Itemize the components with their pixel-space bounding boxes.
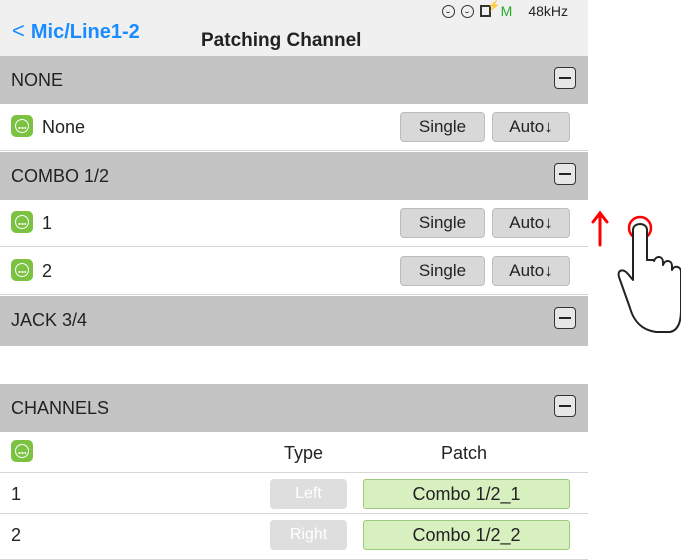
- auto-button[interactable]: Auto↓: [492, 112, 570, 142]
- collapse-icon[interactable]: [554, 163, 576, 185]
- type-button[interactable]: Right: [270, 520, 347, 550]
- patching-channel-panel: <Mic/Line1-2 Patching Channel M 48kHz NO…: [0, 0, 588, 346]
- table-row: 2 Right Combo 1/2_2: [0, 514, 588, 560]
- back-button[interactable]: < Mic/Line1-2: [12, 18, 140, 44]
- section-header-combo[interactable]: COMBO 1/2: [0, 152, 588, 200]
- input-name: 1: [42, 213, 53, 233]
- auto-button[interactable]: Auto↓: [492, 208, 570, 238]
- patch-button[interactable]: Combo 1/2_1: [363, 479, 570, 509]
- type-button[interactable]: Left: [270, 479, 347, 509]
- status-m: M: [500, 3, 513, 19]
- collapse-icon[interactable]: [554, 395, 576, 417]
- back-label: Mic/Line1-2: [30, 21, 140, 43]
- list-item[interactable]: None Single Auto↓: [0, 104, 588, 151]
- section-label: NONE: [11, 70, 64, 90]
- section-header-jack[interactable]: JACK 3/4: [0, 296, 588, 346]
- section-label: JACK 3/4: [11, 310, 88, 330]
- section-header-none[interactable]: NONE: [0, 56, 588, 104]
- collapse-icon[interactable]: [554, 67, 576, 89]
- xlr-input-icon: [11, 259, 33, 281]
- page-title: Patching Channel: [201, 30, 362, 51]
- xlr-input-icon: [11, 211, 33, 233]
- section-label: COMBO 1/2: [11, 166, 110, 186]
- patch-button[interactable]: Combo 1/2_2: [363, 520, 570, 550]
- auto-button[interactable]: Auto↓: [492, 256, 570, 286]
- chevron-left-icon: <: [12, 18, 25, 43]
- channel-number: 2: [11, 525, 22, 545]
- collapse-icon[interactable]: [554, 307, 576, 329]
- list-item[interactable]: 1 Single Auto↓: [0, 200, 588, 247]
- mic-input-icon: [460, 4, 474, 18]
- column-header-type: Type: [284, 443, 324, 463]
- header-bar: <Mic/Line1-2 Patching Channel M 48kHz: [0, 0, 588, 56]
- sample-rate: 48kHz: [528, 3, 568, 19]
- column-header-patch: Patch: [441, 443, 488, 463]
- swipe-up-gesture-icon: [591, 210, 681, 333]
- xlr-input-icon: [11, 440, 33, 462]
- list-item[interactable]: 2 Single Auto↓: [0, 248, 588, 295]
- single-button[interactable]: Single: [400, 112, 485, 142]
- section-header-channels[interactable]: CHANNELS: [0, 384, 588, 432]
- xlr-input-icon: [11, 115, 33, 137]
- input-name: 2: [42, 261, 53, 281]
- single-button[interactable]: Single: [400, 256, 485, 286]
- battery-charging-icon: [479, 1, 500, 17]
- single-button[interactable]: Single: [400, 208, 485, 238]
- status-bar: M 48kHz: [441, 1, 568, 19]
- channels-table-header: Type Patch: [0, 432, 588, 473]
- table-row: 1 Left Combo 1/2_1: [0, 473, 588, 514]
- mic-input-icon: [441, 4, 455, 18]
- channels-panel: CHANNELS Type Patch 1 Left Combo 1/2_1 2…: [0, 384, 588, 560]
- channel-number: 1: [11, 484, 22, 504]
- section-label: CHANNELS: [11, 398, 110, 418]
- input-name: None: [42, 117, 86, 137]
